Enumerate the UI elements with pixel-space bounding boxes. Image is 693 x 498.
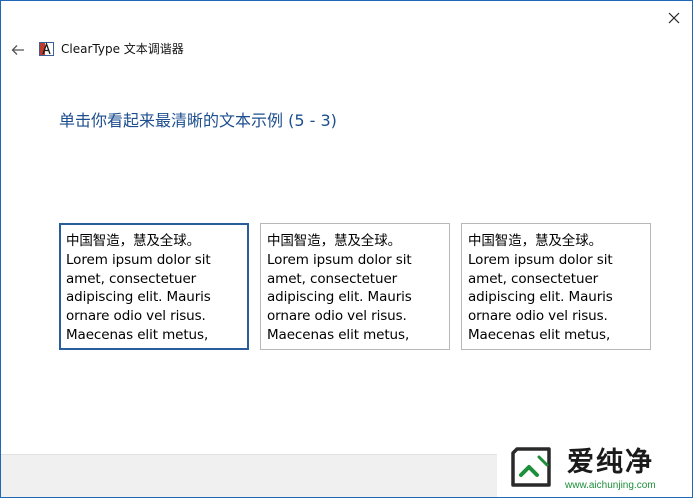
text-sample-2[interactable]: 中国智造，慧及全球。 Lorem ipsum dolor sit amet, c… — [260, 223, 450, 350]
sample-line: amet, consectetuer — [267, 270, 398, 287]
sample-line: amet, consectetuer — [66, 270, 197, 287]
back-arrow-icon — [11, 45, 24, 55]
close-button[interactable] — [656, 1, 692, 35]
back-button[interactable] — [5, 39, 31, 61]
sample-line: 中国智造，慧及全球。 — [66, 233, 200, 249]
text-sample-3[interactable]: 中国智造，慧及全球。 Lorem ipsum dolor sit amet, c… — [461, 223, 651, 350]
sample-line: 中国智造，慧及全球。 — [468, 233, 602, 249]
sample-line: amet, consectetuer — [468, 270, 599, 287]
sample-line: Maecenas elit metus, — [66, 326, 209, 343]
sample-line: adipiscing elit. Mauris — [66, 289, 211, 306]
instruction-heading: 单击你看起来最清晰的文本示例 (5 - 3) — [59, 111, 337, 130]
sample-line: ornare odio vel risus. — [468, 308, 608, 325]
text-sample-1[interactable]: 中国智造，慧及全球。 Lorem ipsum dolor sit amet, c… — [59, 223, 249, 350]
sample-line: Lorem ipsum dolor sit — [267, 251, 412, 268]
sample-text: 中国智造，慧及全球。 Lorem ipsum dolor sit amet, c… — [66, 232, 242, 345]
sample-line: ornare odio vel risus. — [267, 308, 407, 325]
sample-line: Maecenas elit metus, — [468, 326, 611, 343]
sample-line: Maecenas elit metus, — [267, 326, 410, 343]
sample-line: ornare odio vel risus. — [66, 308, 206, 325]
watermark: 爱纯净 www.aichunjing.com — [497, 439, 692, 497]
watermark-logo-icon — [511, 447, 551, 487]
watermark-brand: 爱纯净 — [567, 447, 654, 478]
sample-text: 中国智造，慧及全球。 Lorem ipsum dolor sit amet, c… — [267, 232, 443, 345]
sample-text: 中国智造，慧及全球。 Lorem ipsum dolor sit amet, c… — [468, 232, 644, 345]
sample-line: 中国智造，慧及全球。 — [267, 233, 401, 249]
sample-line: adipiscing elit. Mauris — [267, 289, 412, 306]
cleartype-app-icon — [39, 42, 54, 56]
sample-line: Lorem ipsum dolor sit — [468, 251, 613, 268]
app-title: ClearType 文本调谐器 — [61, 42, 184, 56]
sample-line: adipiscing elit. Mauris — [468, 289, 613, 306]
watermark-url: www.aichunjing.com — [565, 480, 656, 491]
sample-line: Lorem ipsum dolor sit — [66, 251, 211, 268]
cleartype-tuner-window: ClearType 文本调谐器 单击你看起来最清晰的文本示例 (5 - 3) 中… — [0, 0, 693, 498]
close-icon — [668, 12, 680, 24]
